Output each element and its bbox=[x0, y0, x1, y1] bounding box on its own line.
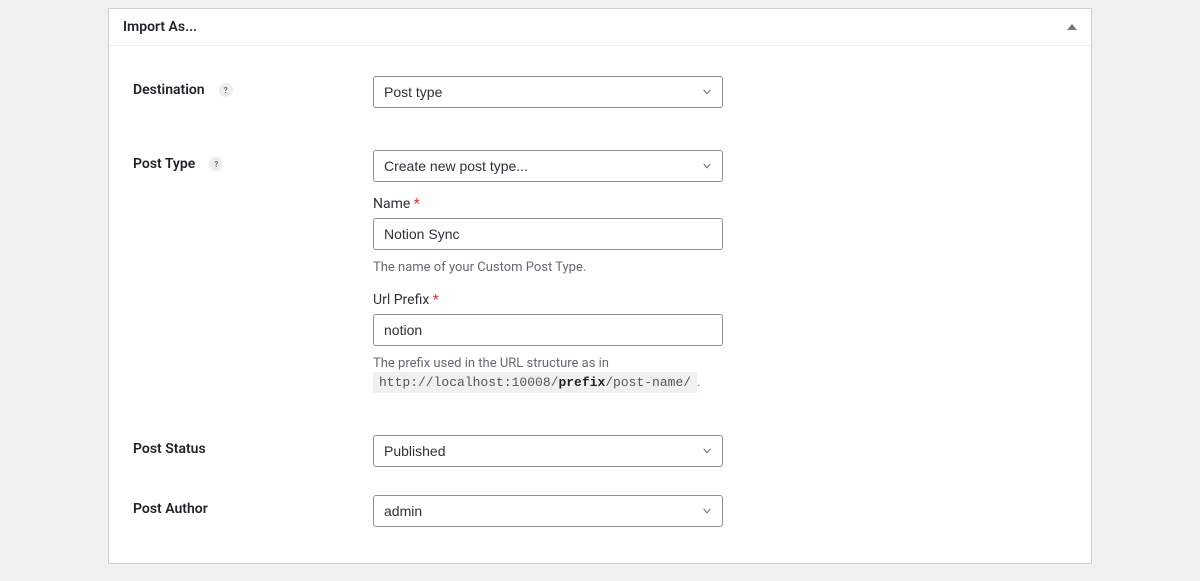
url-before: http://localhost:10008/ bbox=[379, 375, 558, 390]
url-prefix-input[interactable] bbox=[373, 314, 723, 346]
collapse-up-icon[interactable] bbox=[1067, 24, 1077, 30]
post-type-label: Post Type bbox=[133, 156, 195, 172]
panel-body: Destination ? Post type Post Type ? bbox=[109, 46, 1091, 563]
post-author-label-col: Post Author bbox=[133, 495, 373, 517]
help-icon[interactable]: ? bbox=[219, 83, 233, 97]
url-after: /post-name/ bbox=[605, 375, 691, 390]
required-asterisk: * bbox=[414, 196, 420, 212]
post-type-select[interactable]: Create new post type... bbox=[373, 150, 723, 182]
name-label: Name bbox=[373, 196, 410, 212]
import-as-panel: Import As... Destination ? Post type bbox=[108, 8, 1092, 564]
url-prefix-description: The prefix used in the URL structure as … bbox=[373, 354, 723, 393]
help-icon[interactable]: ? bbox=[209, 157, 223, 171]
destination-label-col: Destination ? bbox=[133, 76, 373, 98]
url-prefix-desc-before: The prefix used in the URL structure as … bbox=[373, 356, 609, 371]
post-status-label: Post Status bbox=[133, 441, 206, 457]
url-prefix-label-row: Url Prefix * bbox=[373, 292, 723, 308]
post-type-input-col: Create new post type... Name * The name … bbox=[373, 150, 723, 393]
post-author-select-wrapper: admin bbox=[373, 495, 723, 527]
url-prefix-subfield: Url Prefix * The prefix used in the URL … bbox=[373, 292, 723, 393]
post-status-select-wrapper: Published bbox=[373, 435, 723, 467]
post-author-row: Post Author admin bbox=[133, 495, 1067, 527]
post-type-label-col: Post Type ? bbox=[133, 150, 373, 172]
url-punct: . bbox=[697, 375, 700, 390]
url-prefix-example-code: http://localhost:10008/prefix/post-name/ bbox=[373, 372, 697, 393]
destination-select[interactable]: Post type bbox=[373, 76, 723, 108]
name-subfield: Name * The name of your Custom Post Type… bbox=[373, 196, 723, 278]
post-author-input-col: admin bbox=[373, 495, 723, 527]
required-asterisk: * bbox=[433, 292, 439, 308]
post-type-select-wrapper: Create new post type... bbox=[373, 150, 723, 182]
url-prefix-label: Url Prefix bbox=[373, 292, 429, 308]
post-status-label-col: Post Status bbox=[133, 435, 373, 457]
post-status-row: Post Status Published bbox=[133, 435, 1067, 467]
name-label-row: Name * bbox=[373, 196, 723, 212]
post-type-row: Post Type ? Create new post type... Name bbox=[133, 150, 1067, 393]
panel-title: Import As... bbox=[123, 19, 197, 35]
post-status-input-col: Published bbox=[373, 435, 723, 467]
name-input[interactable] bbox=[373, 218, 723, 250]
destination-input-col: Post type bbox=[373, 76, 723, 108]
post-status-select[interactable]: Published bbox=[373, 435, 723, 467]
panel-header[interactable]: Import As... bbox=[109, 9, 1091, 46]
name-description: The name of your Custom Post Type. bbox=[373, 258, 723, 278]
destination-select-wrapper: Post type bbox=[373, 76, 723, 108]
post-author-select[interactable]: admin bbox=[373, 495, 723, 527]
destination-label: Destination bbox=[133, 82, 205, 98]
post-author-label: Post Author bbox=[133, 501, 208, 517]
url-bold: prefix bbox=[558, 375, 605, 390]
destination-row: Destination ? Post type bbox=[133, 76, 1067, 108]
